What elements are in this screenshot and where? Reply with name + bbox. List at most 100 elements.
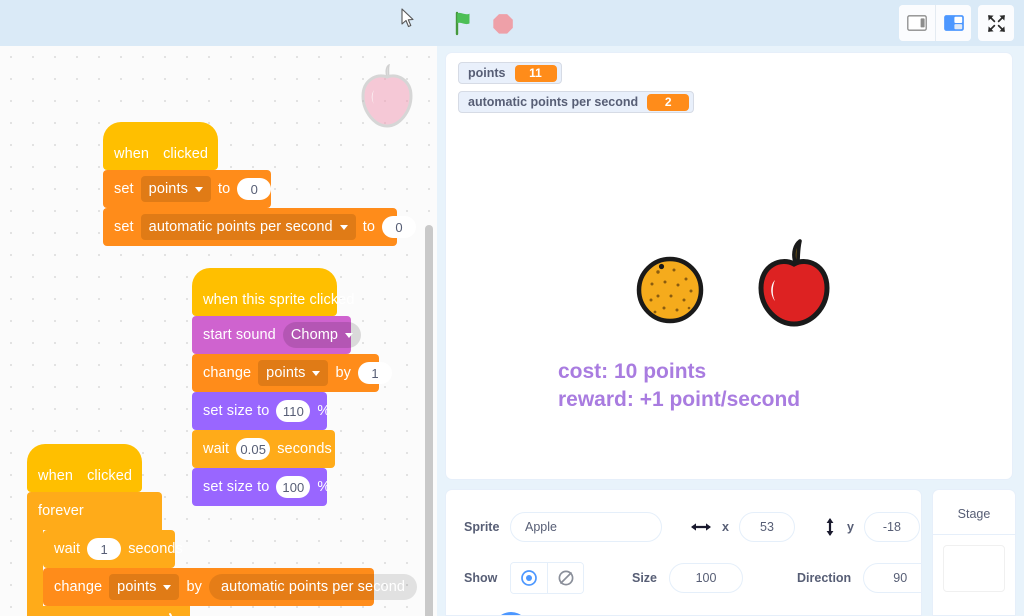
forever-body: wait 1 seconds change points by automati… [27,530,418,606]
variable-reporter-auto-points[interactable]: automatic points per second [208,574,418,600]
sprite-info-panel: Sprite Apple x 53 y -18 Show Size 100 Di… [445,489,922,616]
block-when-sprite-clicked[interactable]: when this sprite clicked [192,268,354,320]
sprite-name-label: Sprite [464,520,500,534]
variable-dropdown-auto-points[interactable]: automatic points per second [140,214,356,240]
block-label: set size to [203,403,270,419]
chevron-down-icon [339,224,348,230]
y-input[interactable]: -18 [863,512,920,542]
block-wait-1[interactable]: wait 1 seconds [43,530,183,572]
variable-monitor-auto-points[interactable]: automatic points per second 2 [458,91,695,113]
fullscreen-button[interactable] [978,5,1014,41]
block-label-2: to [217,181,231,197]
block-change-points-by-1[interactable]: change points by 1 [192,354,392,396]
block-set-size-110[interactable]: set size to 110 % [192,392,331,434]
forever-children: wait 1 seconds change points by automati… [43,530,418,606]
vertical-arrows-icon [826,518,834,536]
chevron-down-icon [194,186,203,192]
size-label: Size [632,571,658,585]
loop-arrow-icon [169,613,172,616]
monitor-value: 11 [514,64,557,82]
block-label: set [114,219,134,235]
block-label: when this sprite clicked [203,292,355,308]
code-area-scrollbar[interactable] [425,225,433,616]
script-auto-points-loop[interactable]: when clicked forever wait 1 seconds chan… [27,444,418,616]
mouse-pointer-icon [401,8,414,28]
cost-line: cost: 10 points [558,360,707,383]
green-flag-button[interactable] [452,10,478,36]
stage-selector-panel[interactable]: Stage [932,489,1016,616]
direction-label: Direction [797,571,852,585]
forever-header[interactable]: forever [27,492,162,530]
block-when-flag-clicked[interactable]: when clicked [103,122,218,174]
orange-sprite[interactable] [634,252,706,324]
scratch-editor: when clicked set points to 0 set automat… [0,0,1024,616]
direction-input[interactable]: 90 [863,563,921,593]
value-input[interactable]: 110 [276,400,311,422]
block-label: change [203,365,252,381]
sprite-name-input[interactable]: Apple [510,512,662,542]
block-label-2: to [362,219,376,235]
dropdown-label: points [148,181,188,197]
block-label: set [114,181,134,197]
monitor-label: automatic points per second [468,95,639,109]
show-hidden-button[interactable] [547,563,583,593]
size-input[interactable]: 100 [669,563,744,593]
block-start-sound[interactable]: start sound Chomp [192,316,362,358]
block-label-2: % [317,403,331,419]
block-label: forever [38,503,84,519]
stage-backdrop-thumbnail[interactable] [943,545,1005,592]
variable-dropdown-points[interactable]: points [109,574,180,600]
block-label: wait [54,541,81,557]
sprite-info-row-2: Show Size 100 Direction 90 [464,562,921,594]
sound-dropdown-chomp[interactable]: Chomp [282,322,362,348]
chevron-down-icon [312,370,321,376]
variable-monitor-points[interactable]: points 11 [458,62,562,84]
selected-sprite-thumbnail[interactable] [493,612,529,615]
dropdown-label: points [266,365,306,381]
stage-cost-reward-text: cost: 10 points reward: +1 point/second [558,358,800,413]
value-input[interactable]: 0 [237,178,272,200]
value-input[interactable]: 1 [357,362,392,384]
stage[interactable]: points 11 automatic points per second 2 [445,52,1013,480]
large-stage-button[interactable] [935,5,971,41]
show-toggle-group [510,562,584,594]
stage-layout-controls [899,5,1014,41]
x-label: x [722,520,729,534]
block-forever[interactable]: forever wait 1 seconds change points by … [27,492,418,616]
block-change-points-by-auto[interactable]: change points by automatic points per se… [43,568,418,606]
small-stage-button[interactable] [899,5,935,41]
y-label: y [846,520,854,534]
sprite-info-row-1: Sprite Apple x 53 y -18 [464,512,920,542]
apple-sprite[interactable] [753,239,835,327]
x-input[interactable]: 53 [738,512,795,542]
stage-size-group [899,5,971,41]
block-when-flag-clicked-2[interactable]: when clicked [27,444,142,496]
forever-left-arm [27,530,43,606]
block-label: change [54,579,103,595]
horizontal-arrows-icon [691,523,711,531]
block-label-2: clicked [87,468,133,484]
block-label-2: clicked [163,146,209,162]
block-set-points[interactable]: set points to 0 [103,170,272,212]
show-visible-button[interactable] [511,563,547,593]
dropdown-label: points [117,579,157,595]
block-set-auto-points[interactable]: set automatic points per second to 0 [103,208,417,246]
variable-dropdown-points[interactable]: points [140,176,211,202]
forever-footer[interactable] [27,606,190,616]
toolbar [0,0,1024,46]
block-label: start sound [203,327,276,343]
value-input[interactable]: 1 [87,538,122,560]
stop-button[interactable] [490,10,516,36]
stage-selector-title: Stage [933,490,1015,535]
eye-crossed-icon [558,570,573,586]
eye-open-icon [521,570,537,586]
show-label: Show [464,571,498,585]
block-label-2: seconds [128,541,183,557]
chevron-down-icon [163,584,172,590]
variable-dropdown-points[interactable]: points [258,360,329,386]
value-input[interactable]: 0 [382,216,417,238]
code-workspace[interactable]: when clicked set points to 0 set automat… [0,46,437,616]
block-label: when [114,146,150,162]
script-green-flag-init[interactable]: when clicked set points to 0 set automat… [103,122,417,246]
block-label: when [38,468,74,484]
